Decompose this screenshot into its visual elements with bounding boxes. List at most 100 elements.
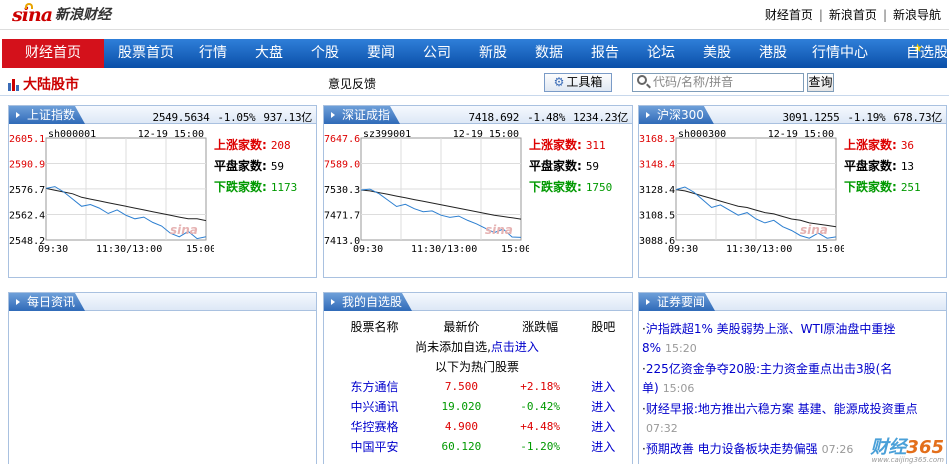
search-input[interactable]: 代码/名称/拼音 [632,73,804,92]
down-count-label: 下跌家数: [214,180,267,194]
stock-price: 19.020 [441,399,482,413]
table-row[interactable]: 华控赛格 4.900 +4.48% 进入 [327,416,627,436]
flat-count-label: 平盘家数: [214,159,267,173]
down-count: 1173 [270,181,298,194]
y-tick-label: 2605.1 [9,134,45,145]
news-item[interactable]: ·沪指跌超1% 美股弱势上涨、WTI原油盘中重挫8% 15:20 [642,320,942,358]
panel-header: 我的自选股 [324,293,632,311]
tab-daily-news[interactable]: 每日资讯 [9,293,85,311]
nav-item-9[interactable]: 报告 [580,39,630,68]
stock-name[interactable]: 东方通信 [327,376,422,396]
sina-watermark: sina [485,223,513,237]
nav-item-1[interactable]: 股票首页 [110,39,182,68]
nav-item-2[interactable]: 行情 [188,39,238,68]
y-tick-label: 7530.3 [324,185,360,196]
y-tick-label: 3148.4 [639,159,675,170]
tab-my-watchlist[interactable]: 我的自选股 [324,293,412,311]
daily-news-panel: 每日资讯 [8,292,317,464]
stock-name[interactable]: 华控赛格 [327,416,422,436]
down-count: 251 [900,181,921,194]
stock-name[interactable]: 中国平安 [327,436,422,456]
x-tick-label: 15:00 [501,244,529,255]
stock-forum-link[interactable]: 进入 [579,416,627,436]
y-tick-label: 3108.5 [639,211,675,222]
col-change: 涨跌幅 [522,319,559,334]
nav-item-12[interactable]: 港股 [748,39,798,68]
nav-item-4[interactable]: 个股 [300,39,350,68]
y-tick-label: 3128.4 [639,185,675,196]
sina-watermark: sina [800,223,828,237]
nav-item-7[interactable]: 新股 [468,39,518,68]
nav-item-14[interactable]: 自选股 [888,39,949,68]
index-tab[interactable]: 沪深300 [639,106,714,124]
news-item[interactable]: ·225亿资金争夺20股:主力资金重点出击3股(名单) 15:06 [642,360,942,398]
feedback-link[interactable]: 意见反馈 [328,75,376,92]
index-code: sh000001 [48,129,96,140]
sub-toolbar: 大陆股市 意见反馈 ⚙ 工具箱 代码/名称/拼音 查询 [0,70,949,96]
intraday-chart[interactable]: 3168.33148.43128.43108.53088.6sh000300 12… [639,127,844,262]
table-row[interactable]: 中国平安 60.120 -1.20% 进入 [327,436,627,456]
index-stats: 3091.1255 -1.19% 678.73亿 [775,109,943,125]
news-time: 07:26 [821,443,854,456]
down-count-label: 下跌家数: [529,180,582,194]
nav-item-3[interactable]: 大盘 [244,39,294,68]
chart-datetime: 12-19 15:00 [453,129,519,140]
stock-forum-link[interactable]: 进入 [579,436,627,456]
index-change: -1.05% [217,111,256,124]
divider: | [882,8,887,22]
index-code: sz399001 [363,129,411,140]
index-amount: 678.73亿 [893,111,942,124]
bar-chart-icon [8,77,19,91]
x-tick-label: 11:30/13:00 [726,244,792,255]
gear-icon: ⚙ [553,75,565,89]
stock-change: -0.42% [520,399,560,413]
stock-price: 4.900 [444,419,478,433]
stock-forum-link[interactable]: 进入 [579,396,627,416]
table-row[interactable]: 东方通信 7.500 +2.18% 进入 [327,376,627,396]
nav-item-6[interactable]: 公司 [412,39,462,68]
x-tick-label: 11:30/13:00 [411,244,477,255]
nav-item-11[interactable]: 美股 [692,39,742,68]
news-headline[interactable]: 预期改善 电力设备板块走势偏强 [646,442,818,456]
link-finance-home[interactable]: 财经首页 [765,8,813,22]
link-sina-nav[interactable]: 新浪导航 [893,8,941,22]
link-sina-home[interactable]: 新浪首页 [829,8,877,22]
stock-forum-link[interactable]: 进入 [579,376,627,396]
sina-watermark: sina [170,223,198,237]
top-bar: sina 新浪财经 财经首页 | 新浪首页 | 新浪导航 [0,0,949,30]
toolbox-label: 工具箱 [566,75,603,89]
market-label: 大陆股市 [23,77,79,93]
top-links: 财经首页 | 新浪首页 | 新浪导航 [765,6,941,23]
flat-count: 59 [585,160,600,173]
index-tab[interactable]: 深证成指 [324,106,400,124]
nav-item-10[interactable]: 论坛 [636,39,686,68]
main-nav: ★ 财经首页 股票首页 行情 大盘 个股 要闻 公司 新股 数据 报告 论坛 美股 港股 行情中心 自选股 [2,39,949,68]
table-row[interactable]: 中兴通讯 19.020 -0.42% 进入 [327,396,627,416]
table-header-row: 股票名称 最新价 涨跌幅 股吧 [327,316,627,336]
y-tick-label: 3168.3 [639,134,675,145]
flat-count-label: 平盘家数: [844,159,897,173]
stock-price: 7.500 [444,379,478,393]
index-value: 3091.1255 [782,111,840,124]
add-watchlist-link[interactable]: 点击进入 [491,340,539,354]
index-tab[interactable]: 上证指数 [9,106,85,124]
flat-count-label: 平盘家数: [529,159,582,173]
stock-change: +2.18% [520,379,560,393]
nav-item-0[interactable]: 财经首页 [2,39,104,68]
nav-item-8[interactable]: 数据 [524,39,574,68]
news-headline[interactable]: 财经早报:地方推出六稳方案 基建、能源成投资重点 [646,402,918,416]
nav-item-13[interactable]: 行情中心 [804,39,876,68]
market-title[interactable]: 大陆股市 [8,74,79,94]
index-value: 7418.692 [468,111,520,124]
sina-finance-logo[interactable]: sina 新浪财经 [12,3,111,26]
nav-item-5[interactable]: 要闻 [356,39,406,68]
tab-securities-news[interactable]: 证券要闻 [639,293,715,311]
stock-change: -1.20% [520,439,560,453]
intraday-chart[interactable]: 2605.12590.92576.72562.42548.2sh000001 12… [9,127,214,262]
index-panel: 深证成指 7418.692 -1.48% 1234.23亿 上涨家数: 311 平盘家数: 5… [323,105,633,278]
intraday-chart[interactable]: 7647.67589.07530.37471.77413.0sz399001 12… [324,127,529,262]
toolbox-button[interactable]: ⚙ 工具箱 [544,73,612,92]
stock-name[interactable]: 中兴通讯 [327,396,422,416]
index-panel: 沪深300 3091.1255 -1.19% 678.73亿 上涨家数: 36 平盘家数: 1… [638,105,947,278]
query-button[interactable]: 查询 [807,73,834,92]
